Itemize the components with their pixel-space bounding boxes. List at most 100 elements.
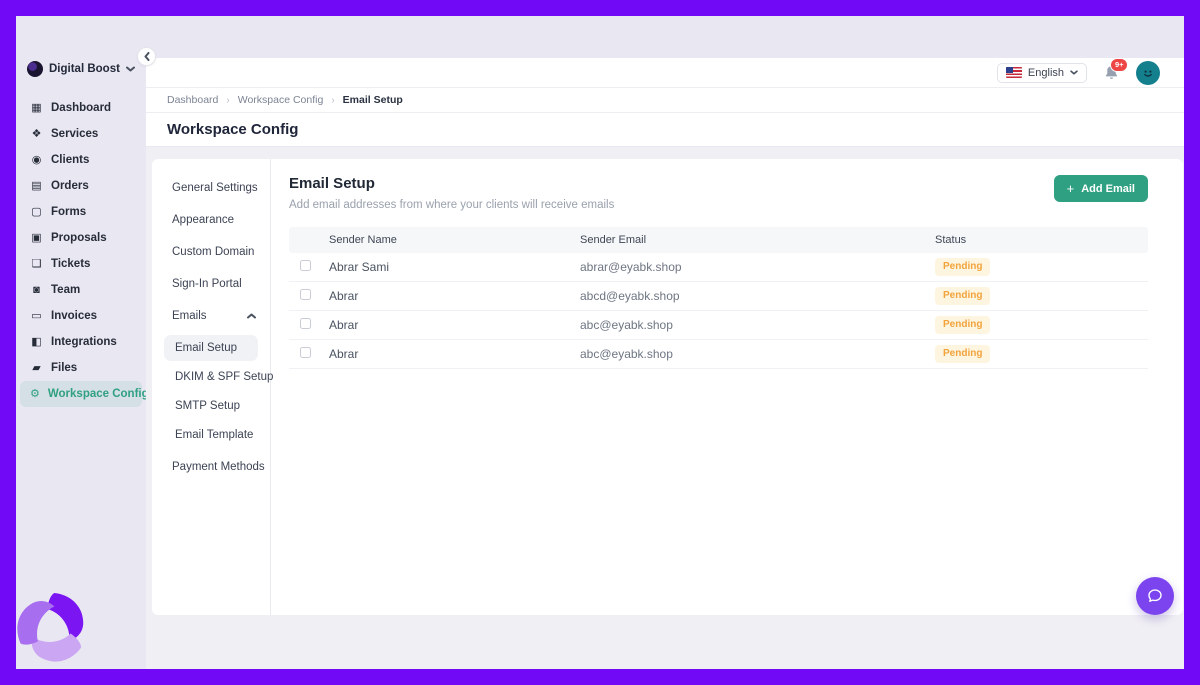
sidebar-item-forms[interactable]: ▢ Forms xyxy=(20,199,142,225)
orders-icon: ▤ xyxy=(30,181,43,192)
breadcrumb-dashboard[interactable]: Dashboard xyxy=(167,94,238,106)
chevron-down-icon xyxy=(126,66,135,72)
clients-icon: ◉ xyxy=(30,155,43,166)
chevron-down-icon xyxy=(1070,70,1078,75)
settings-nav-item-sign-in-portal[interactable]: Sign-In Portal xyxy=(152,268,270,300)
settings-nav-group-emails[interactable]: Emails xyxy=(152,300,270,332)
settings-nav-item-payment-methods[interactable]: Payment Methods xyxy=(152,451,270,483)
settings-nav-item-email-setup[interactable]: Email Setup xyxy=(164,335,258,361)
status-badge: Pending xyxy=(935,258,990,276)
sidebar-item-label: Integrations xyxy=(51,336,117,348)
brand-logo xyxy=(14,590,90,666)
sender-name-cell: Abrar xyxy=(329,289,580,303)
settings-nav-item-general-settings[interactable]: General Settings xyxy=(152,172,270,204)
column-header-sender-name: Sender Name xyxy=(329,234,580,246)
chevron-left-icon xyxy=(144,52,150,61)
topbar: English 9+ xyxy=(146,58,1184,88)
forms-icon: ▢ xyxy=(30,207,43,218)
status-badge: Pending xyxy=(935,345,990,363)
main-area: English 9+ Dashboard Workspace Config Em xyxy=(146,16,1184,669)
panel-title: Email Setup xyxy=(289,175,614,192)
email-setup-panel: Email Setup Add email addresses from whe… xyxy=(271,159,1183,615)
email-row-abrar: Abrar abc@eyabk.shop Pending xyxy=(289,311,1148,340)
notifications-button[interactable]: 9+ xyxy=(1103,64,1120,81)
email-row-abrar-sami: Abrar Sami abrar@eyabk.shop Pending xyxy=(289,253,1148,282)
row-checkbox[interactable] xyxy=(300,347,311,358)
sidebar-item-label: Services xyxy=(51,128,98,140)
emails-group-label: Emails xyxy=(172,310,207,322)
sender-email-cell: abcd@eyabk.shop xyxy=(580,289,935,303)
dashboard-icon: ▦ xyxy=(30,103,43,114)
sidebar-item-integrations[interactable]: ◧ Integrations xyxy=(20,329,142,355)
sidebar-item-label: Dashboard xyxy=(51,102,111,114)
workspace-selector[interactable]: Digital Boost xyxy=(27,61,135,77)
status-badge: Pending xyxy=(935,316,990,334)
avatar-face-icon xyxy=(1140,65,1156,81)
title-row: Workspace Config xyxy=(146,113,1184,146)
sidebar-item-services[interactable]: ❖ Services xyxy=(20,121,142,147)
email-table: Sender Name Sender Email Status Abrar Sa… xyxy=(289,227,1148,369)
content-area: General Settings Appearance Custom Domai… xyxy=(146,147,1184,669)
sidebar-item-label: Proposals xyxy=(51,232,107,244)
breadcrumb-workspace-config[interactable]: Workspace Config xyxy=(238,94,343,106)
sender-email-cell: abc@eyabk.shop xyxy=(580,318,935,332)
email-row-abrar: Abrar abc@eyabk.shop Pending xyxy=(289,340,1148,369)
sidebar-item-dashboard[interactable]: ▦ Dashboard xyxy=(20,95,142,121)
sidebar: Digital Boost ▦ Dashboard ❖ Services ◉ C… xyxy=(16,16,146,669)
add-email-button[interactable]: + Add Email xyxy=(1054,175,1148,202)
settings-nav-item-smtp-setup[interactable]: SMTP Setup xyxy=(164,393,258,419)
language-label: English xyxy=(1028,67,1064,79)
breadcrumb: Dashboard Workspace Config Email Setup xyxy=(146,88,1184,113)
chat-bubble-icon xyxy=(1146,587,1164,605)
proposals-icon: ▣ xyxy=(30,233,43,244)
app-window: Digital Boost ▦ Dashboard ❖ Services ◉ C… xyxy=(16,16,1184,669)
settings-nav: General Settings Appearance Custom Domai… xyxy=(152,159,271,615)
sidebar-item-team[interactable]: ◙ Team xyxy=(20,277,142,303)
us-flag-icon xyxy=(1006,67,1022,78)
table-header-row: Sender Name Sender Email Status xyxy=(289,227,1148,253)
settings-nav-item-dkim-spf-setup[interactable]: DKIM & SPF Setup xyxy=(164,364,258,390)
language-selector[interactable]: English xyxy=(997,63,1087,83)
chat-widget-button[interactable] xyxy=(1136,577,1174,615)
sidebar-item-clients[interactable]: ◉ Clients xyxy=(20,147,142,173)
sidebar-item-label: Invoices xyxy=(51,310,97,322)
sidebar-item-label: Team xyxy=(51,284,80,296)
page-header: English 9+ Dashboard Workspace Config Em xyxy=(146,58,1184,146)
page-title: Workspace Config xyxy=(167,121,298,138)
row-checkbox[interactable] xyxy=(300,318,311,329)
notification-badge: 9+ xyxy=(1110,58,1128,72)
sender-email-cell: abc@eyabk.shop xyxy=(580,347,935,361)
sidebar-item-label: Orders xyxy=(51,180,89,192)
sidebar-collapse-button[interactable] xyxy=(137,47,156,66)
sidebar-item-tickets[interactable]: ❑ Tickets xyxy=(20,251,142,277)
settings-nav-item-custom-domain[interactable]: Custom Domain xyxy=(152,236,270,268)
row-checkbox[interactable] xyxy=(300,289,311,300)
sidebar-item-label: Clients xyxy=(51,154,89,166)
sender-email-cell: abrar@eyabk.shop xyxy=(580,260,935,274)
team-icon: ◙ xyxy=(30,285,43,296)
sender-name-cell: Abrar xyxy=(329,318,580,332)
settings-nav-item-email-template[interactable]: Email Template xyxy=(164,422,258,448)
workspace-avatar xyxy=(27,61,43,77)
sidebar-item-label: Forms xyxy=(51,206,86,218)
sidebar-item-orders[interactable]: ▤ Orders xyxy=(20,173,142,199)
sidebar-item-label: Tickets xyxy=(51,258,90,270)
integrations-icon: ◧ xyxy=(30,337,43,348)
invoices-icon: ▭ xyxy=(30,311,43,322)
settings-nav-item-appearance[interactable]: Appearance xyxy=(152,204,270,236)
email-row-abrar: Abrar abcd@eyabk.shop Pending xyxy=(289,282,1148,311)
breadcrumb-email-setup[interactable]: Email Setup xyxy=(343,94,403,106)
gear-icon: ⚙ xyxy=(30,389,40,400)
top-gap xyxy=(146,16,1184,58)
sidebar-item-workspace-config[interactable]: ⚙ Workspace Config xyxy=(20,381,142,407)
row-checkbox[interactable] xyxy=(300,260,311,271)
sidebar-item-files[interactable]: ▰ Files xyxy=(20,355,142,381)
sidebar-item-invoices[interactable]: ▭ Invoices xyxy=(20,303,142,329)
column-header-status: Status xyxy=(935,234,1148,246)
user-avatar[interactable] xyxy=(1136,61,1160,85)
add-email-label: Add Email xyxy=(1081,183,1135,195)
chevron-up-icon xyxy=(247,313,256,319)
sidebar-item-proposals[interactable]: ▣ Proposals xyxy=(20,225,142,251)
table-body: Abrar Sami abrar@eyabk.shop Pending Abra… xyxy=(289,253,1148,369)
plus-icon: + xyxy=(1067,182,1075,195)
